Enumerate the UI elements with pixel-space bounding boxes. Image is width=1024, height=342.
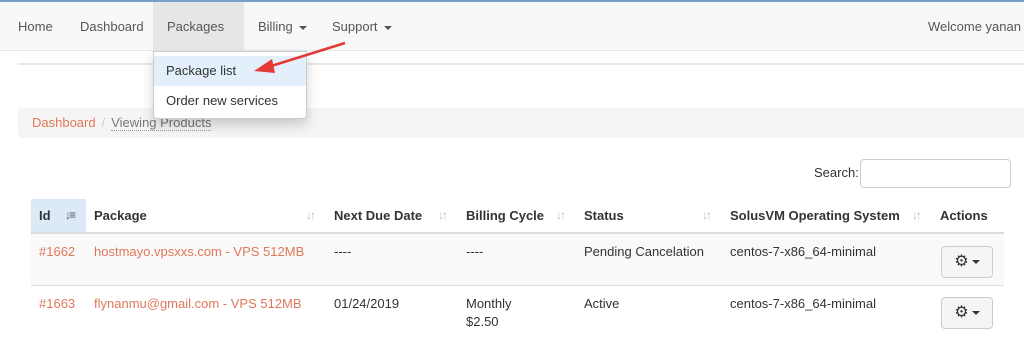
row-billing-cycle: Monthly — [466, 296, 512, 311]
sort-icon: ↓↑ — [556, 208, 566, 222]
column-header-label: Status — [584, 208, 624, 223]
row-os: centos-7-x86_64-minimal — [730, 296, 876, 311]
nav-dashboard-label: Dashboard — [80, 19, 144, 34]
nav-dashboard[interactable]: Dashboard — [66, 2, 158, 51]
nav-home-label: Home — [18, 19, 53, 34]
table-row: #1662 hostmayo.vpsxxs.com - VPS 512MB --… — [31, 234, 1004, 286]
welcome-text[interactable]: Welcome yanan z — [928, 2, 1024, 51]
column-header-label: Id — [39, 208, 51, 223]
nav-billing-label: Billing — [258, 19, 293, 34]
sort-icon: ↓↑ — [306, 208, 316, 222]
chevron-down-icon — [971, 310, 980, 315]
column-header-label: Package — [94, 208, 147, 223]
row-billing-cycle: ---- — [466, 244, 484, 259]
column-header-actions: Actions — [932, 199, 1004, 232]
row-status: Pending Cancelation — [584, 244, 704, 259]
row-next-due-date: ---- — [334, 244, 352, 259]
sort-icon: ↓↑ — [438, 208, 448, 222]
row-billing-price: $2.50 — [466, 314, 499, 329]
gear-icon: ⚙ — [954, 304, 969, 321]
table-row: #1663 flynanmu@gmail.com - VPS 512MB 01/… — [31, 287, 1004, 342]
search-input[interactable] — [860, 159, 1011, 188]
actions-button[interactable]: ⚙ — [941, 246, 993, 278]
chevron-down-icon — [298, 25, 307, 30]
search-label: Search: — [814, 165, 859, 180]
column-header-label: SolusVM Operating System — [730, 208, 900, 223]
row-package-link[interactable]: flynanmu@gmail.com - VPS 512MB — [86, 295, 302, 313]
column-header-os[interactable]: SolusVM Operating System ↓↑ — [722, 199, 932, 232]
column-header-status[interactable]: Status ↓↑ — [576, 199, 722, 232]
column-header-id[interactable]: Id ↓≡ — [31, 199, 86, 232]
nav-packages[interactable]: Packages — [153, 2, 244, 79]
row-package-link[interactable]: hostmayo.vpsxxs.com - VPS 512MB — [86, 243, 304, 261]
sort-icon: ↓↑ — [702, 208, 712, 222]
chevron-down-icon — [383, 25, 392, 30]
nav-home[interactable]: Home — [4, 2, 67, 51]
menu-item-order-new-services[interactable]: Order new services — [154, 86, 306, 116]
row-id-link[interactable]: #1662 — [31, 243, 75, 261]
column-header-label: Next Due Date — [334, 208, 423, 223]
column-header-package[interactable]: Package ↓↑ — [86, 199, 326, 232]
breadcrumb-dashboard-link[interactable]: Dashboard — [32, 115, 96, 130]
table-header: Id ↓≡ Package ↓↑ Next Due Date ↓↑ Billin… — [31, 199, 1004, 234]
row-os: centos-7-x86_64-minimal — [730, 244, 876, 259]
nav-packages-label: Packages — [167, 19, 225, 34]
annotation-arrow-icon — [254, 41, 346, 73]
row-next-due-date: 01/24/2019 — [334, 296, 400, 311]
actions-button[interactable]: ⚙ — [941, 297, 993, 329]
row-status: Active — [584, 296, 620, 311]
sort-icon: ↓↑ — [912, 208, 922, 222]
breadcrumb-separator: / — [101, 115, 106, 130]
column-header-label: Billing Cycle — [466, 208, 545, 223]
column-header-label: Actions — [940, 208, 988, 223]
gear-icon: ⚙ — [954, 253, 969, 270]
column-header-next-due-date[interactable]: Next Due Date ↓↑ — [326, 199, 458, 232]
top-navbar: Home Dashboard Packages Billing Support … — [0, 0, 1024, 79]
nav-support-label: Support — [332, 19, 378, 34]
column-header-billing-cycle[interactable]: Billing Cycle ↓↑ — [458, 199, 576, 232]
sort-ascending-icon: ↓≡ — [65, 208, 76, 222]
row-id-link[interactable]: #1663 — [31, 295, 75, 313]
chevron-down-icon — [971, 259, 980, 264]
